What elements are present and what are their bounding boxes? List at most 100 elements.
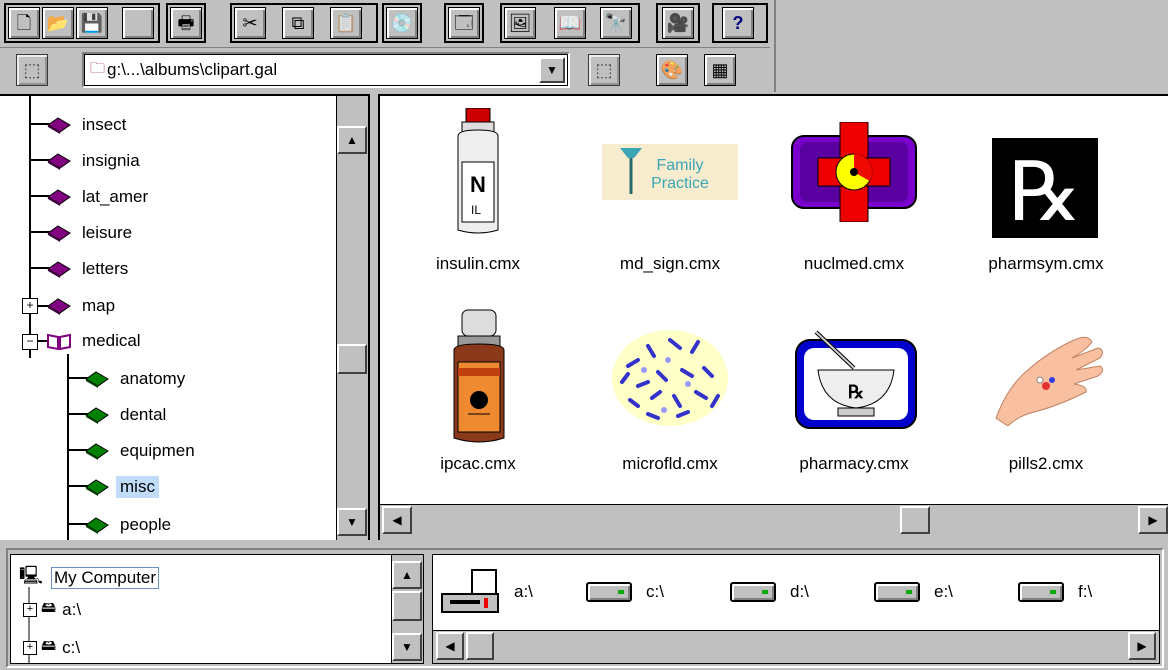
computer-tree-item[interactable]: 🖴 a:\ (41, 597, 81, 622)
drive-item-a[interactable]: a:\ (440, 568, 533, 616)
book-button[interactable]: 📖 (554, 7, 586, 39)
pane-splitter[interactable] (370, 94, 378, 540)
blocks-icon: ▦ (711, 60, 729, 80)
tree-item[interactable]: insignia (46, 144, 144, 178)
drive-item-d[interactable]: d:\ (730, 582, 809, 602)
down-arrow-icon: ▼ (346, 515, 358, 529)
drive-item-f[interactable]: f:\ (1018, 582, 1092, 602)
find-icon: 🔭 (604, 13, 628, 33)
tools-button[interactable]: 🎨 (656, 54, 688, 86)
thumbnail-item[interactable]: ℞ pharmacy.cmx (764, 308, 944, 478)
scroll-thumb[interactable] (337, 344, 367, 374)
book-icon: 📖 (558, 13, 582, 33)
properties-icon: 🗔 (454, 13, 474, 33)
forward-button[interactable]: ⬚ (588, 54, 620, 86)
tree-item-selected[interactable]: misc (84, 470, 159, 504)
drive-label: e:\ (934, 582, 953, 601)
tree-item[interactable]: equipmen (84, 434, 199, 468)
new-button[interactable]: 🗋 (8, 7, 40, 39)
scroll-thumb[interactable] (392, 591, 422, 621)
gallery-button[interactable]: 🖼 (504, 7, 536, 39)
spacer-button[interactable] (122, 7, 154, 39)
movie-icon: 🎥 (666, 13, 690, 33)
cd-button[interactable]: 💿 (386, 7, 418, 39)
hscroll-thumb[interactable] (900, 506, 930, 534)
scroll-right-button[interactable]: ▶ (1128, 632, 1156, 660)
tree-item-label: insect (82, 115, 127, 134)
tree-scrollbar[interactable] (336, 96, 368, 540)
movie-button[interactable]: 🎥 (662, 7, 694, 39)
book-closed-icon (85, 479, 109, 496)
copy-button[interactable]: ⧉ (282, 7, 314, 39)
computer-tree-item[interactable]: 🖴 c:\ (41, 635, 80, 660)
thumbnail-item[interactable]: ipcac.cmx (388, 308, 568, 478)
category-tree-pane: insect insignia lat_amer leisure letters… (0, 94, 370, 540)
drive-expand-toggle[interactable]: + (23, 603, 37, 617)
address-combo[interactable]: 🗀 g:\...\albums\clipart.gal ▼ (82, 52, 570, 88)
tree-item[interactable]: people (84, 508, 175, 540)
tree-item[interactable]: leisure (46, 216, 136, 250)
book-closed-icon (47, 117, 71, 134)
properties-button[interactable]: 🗔 (448, 7, 480, 39)
rx-symbol-text: ℞ (1008, 147, 1082, 238)
drive-item-c[interactable]: c:\ (586, 582, 664, 602)
sign-text-family: Family (656, 157, 703, 174)
thumbnail-item[interactable]: nuclmed.cmx (764, 108, 944, 278)
drive-item-e[interactable]: e:\ (874, 582, 953, 602)
print-button[interactable]: 🖶 (170, 7, 202, 39)
tree-item-label: people (120, 515, 172, 534)
dropdown-arrow-icon: ▼ (546, 63, 558, 77)
scroll-up-button[interactable]: ▲ (337, 126, 367, 154)
drive-expand-toggle[interactable]: + (23, 641, 37, 655)
ipecac-bottle-image (453, 309, 505, 443)
scroll-down-button[interactable]: ▼ (337, 508, 367, 536)
thumbnail-item[interactable]: ℞ pharmsym.cmx (956, 108, 1136, 278)
left-arrow-icon: ◀ (392, 513, 402, 527)
tree-item[interactable]: medical (46, 324, 145, 358)
thumbnail-item[interactable]: pills2.cmx (956, 308, 1136, 478)
drives-hscrollbar[interactable] (433, 630, 1159, 663)
tree-item[interactable]: insect (46, 108, 130, 142)
book-closed-icon (85, 517, 109, 534)
expand-toggle[interactable]: + (22, 298, 38, 314)
tree-item-label: anatomy (120, 369, 186, 388)
tree-item[interactable]: anatomy (84, 362, 189, 396)
scroll-left-button[interactable]: ◀ (382, 506, 412, 534)
mortar-pestle-image: ℞ (795, 330, 917, 429)
thumbnail-item[interactable]: N IL insulin.cmx (388, 108, 568, 278)
scroll-up-button[interactable]: ▲ (392, 561, 422, 589)
back-button[interactable]: ⬚ (16, 54, 48, 86)
find-button[interactable]: 🔭 (600, 7, 632, 39)
bottom-splitter[interactable] (0, 540, 1168, 548)
up-arrow-icon: ▲ (401, 568, 413, 582)
scroll-right-button[interactable]: ▶ (1138, 506, 1168, 534)
hard-drive-icon: 🖴 (41, 637, 57, 654)
blocks-button[interactable]: ▦ (704, 54, 736, 86)
scroll-left-button[interactable]: ◀ (436, 632, 464, 660)
hand-pills-image (995, 336, 1104, 426)
forward-icon: ⬚ (595, 60, 613, 80)
scroll-down-button[interactable]: ▼ (392, 633, 422, 661)
open-button[interactable]: 📂 (42, 7, 74, 39)
tree-item[interactable]: map (46, 289, 119, 323)
thumbnail-label: nuclmed.cmx (803, 254, 905, 273)
thumbnail-item[interactable]: Family Practice md_sign.cmx (580, 108, 760, 278)
address-value: g:\...\albums\clipart.gal (107, 60, 278, 79)
insulin-bottle-image: N IL (457, 108, 499, 234)
family-practice-sign-image: Family Practice (602, 144, 738, 200)
cut-button[interactable]: ✂ (234, 7, 266, 39)
save-button[interactable]: 💾 (76, 7, 108, 39)
thumbnail-hscrollbar[interactable] (380, 504, 1168, 540)
hscroll-thumb[interactable] (466, 632, 494, 660)
book-closed-icon (47, 189, 71, 206)
help-button[interactable]: ? (722, 7, 754, 39)
tree-item[interactable]: dental (84, 398, 170, 432)
thumbnail-item[interactable]: microfld.cmx (580, 308, 760, 478)
address-dropdown-button[interactable]: ▼ (539, 57, 565, 83)
hard-drive-icon (730, 582, 776, 602)
tree-item[interactable]: letters (46, 252, 132, 286)
tree-item[interactable]: lat_amer (46, 180, 152, 214)
toolbar-bg-right (774, 0, 1168, 92)
collapse-toggle[interactable]: − (22, 334, 38, 350)
paste-button[interactable]: 📋 (330, 7, 362, 39)
